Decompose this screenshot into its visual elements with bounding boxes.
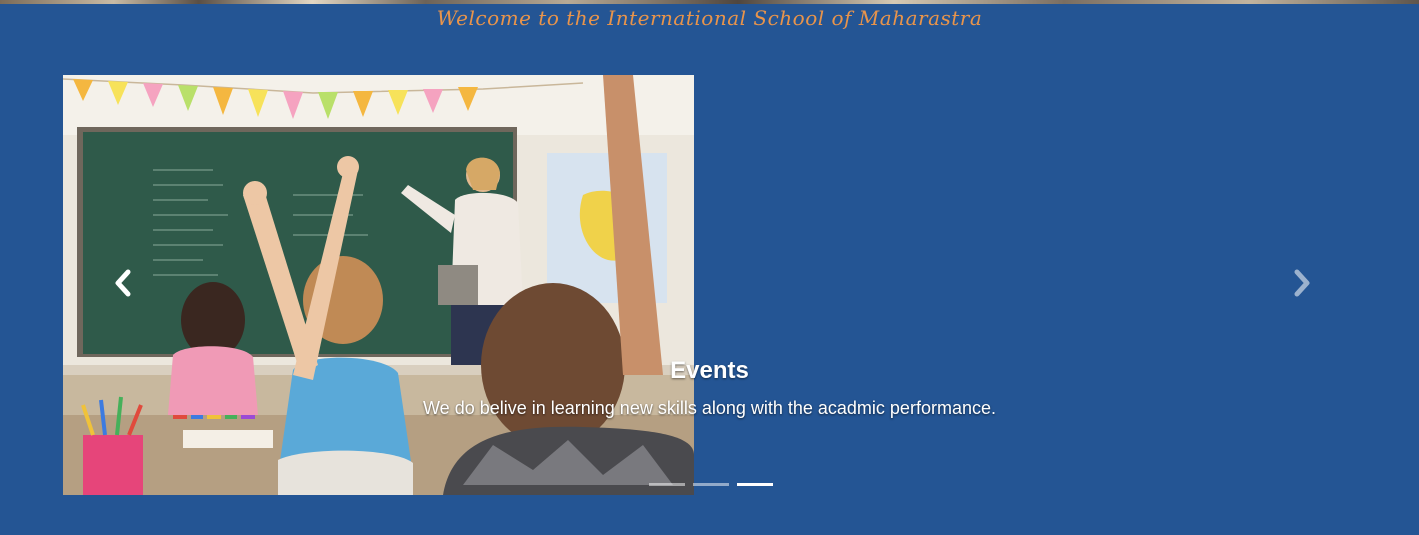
carousel-indicators — [649, 483, 773, 489]
slide-image — [63, 75, 694, 495]
slide-caption: Events We do belive in learning new skil… — [0, 355, 1419, 420]
chevron-right-icon — [1292, 269, 1312, 301]
caption-text: We do belive in learning new skills alon… — [423, 398, 996, 418]
carousel-prev-button[interactable] — [108, 269, 138, 301]
carousel-next-button[interactable] — [1287, 269, 1317, 301]
caption-title: Events — [670, 357, 749, 384]
carousel-indicator-3[interactable] — [737, 483, 773, 486]
carousel-indicator-2[interactable] — [693, 483, 729, 486]
image-carousel: Events We do belive in learning new skil… — [0, 75, 1419, 495]
header-image-strip — [0, 0, 1419, 4]
welcome-heading: Welcome to the International School of M… — [436, 6, 983, 30]
carousel-indicator-1[interactable] — [649, 483, 685, 486]
chevron-left-icon — [113, 269, 133, 301]
